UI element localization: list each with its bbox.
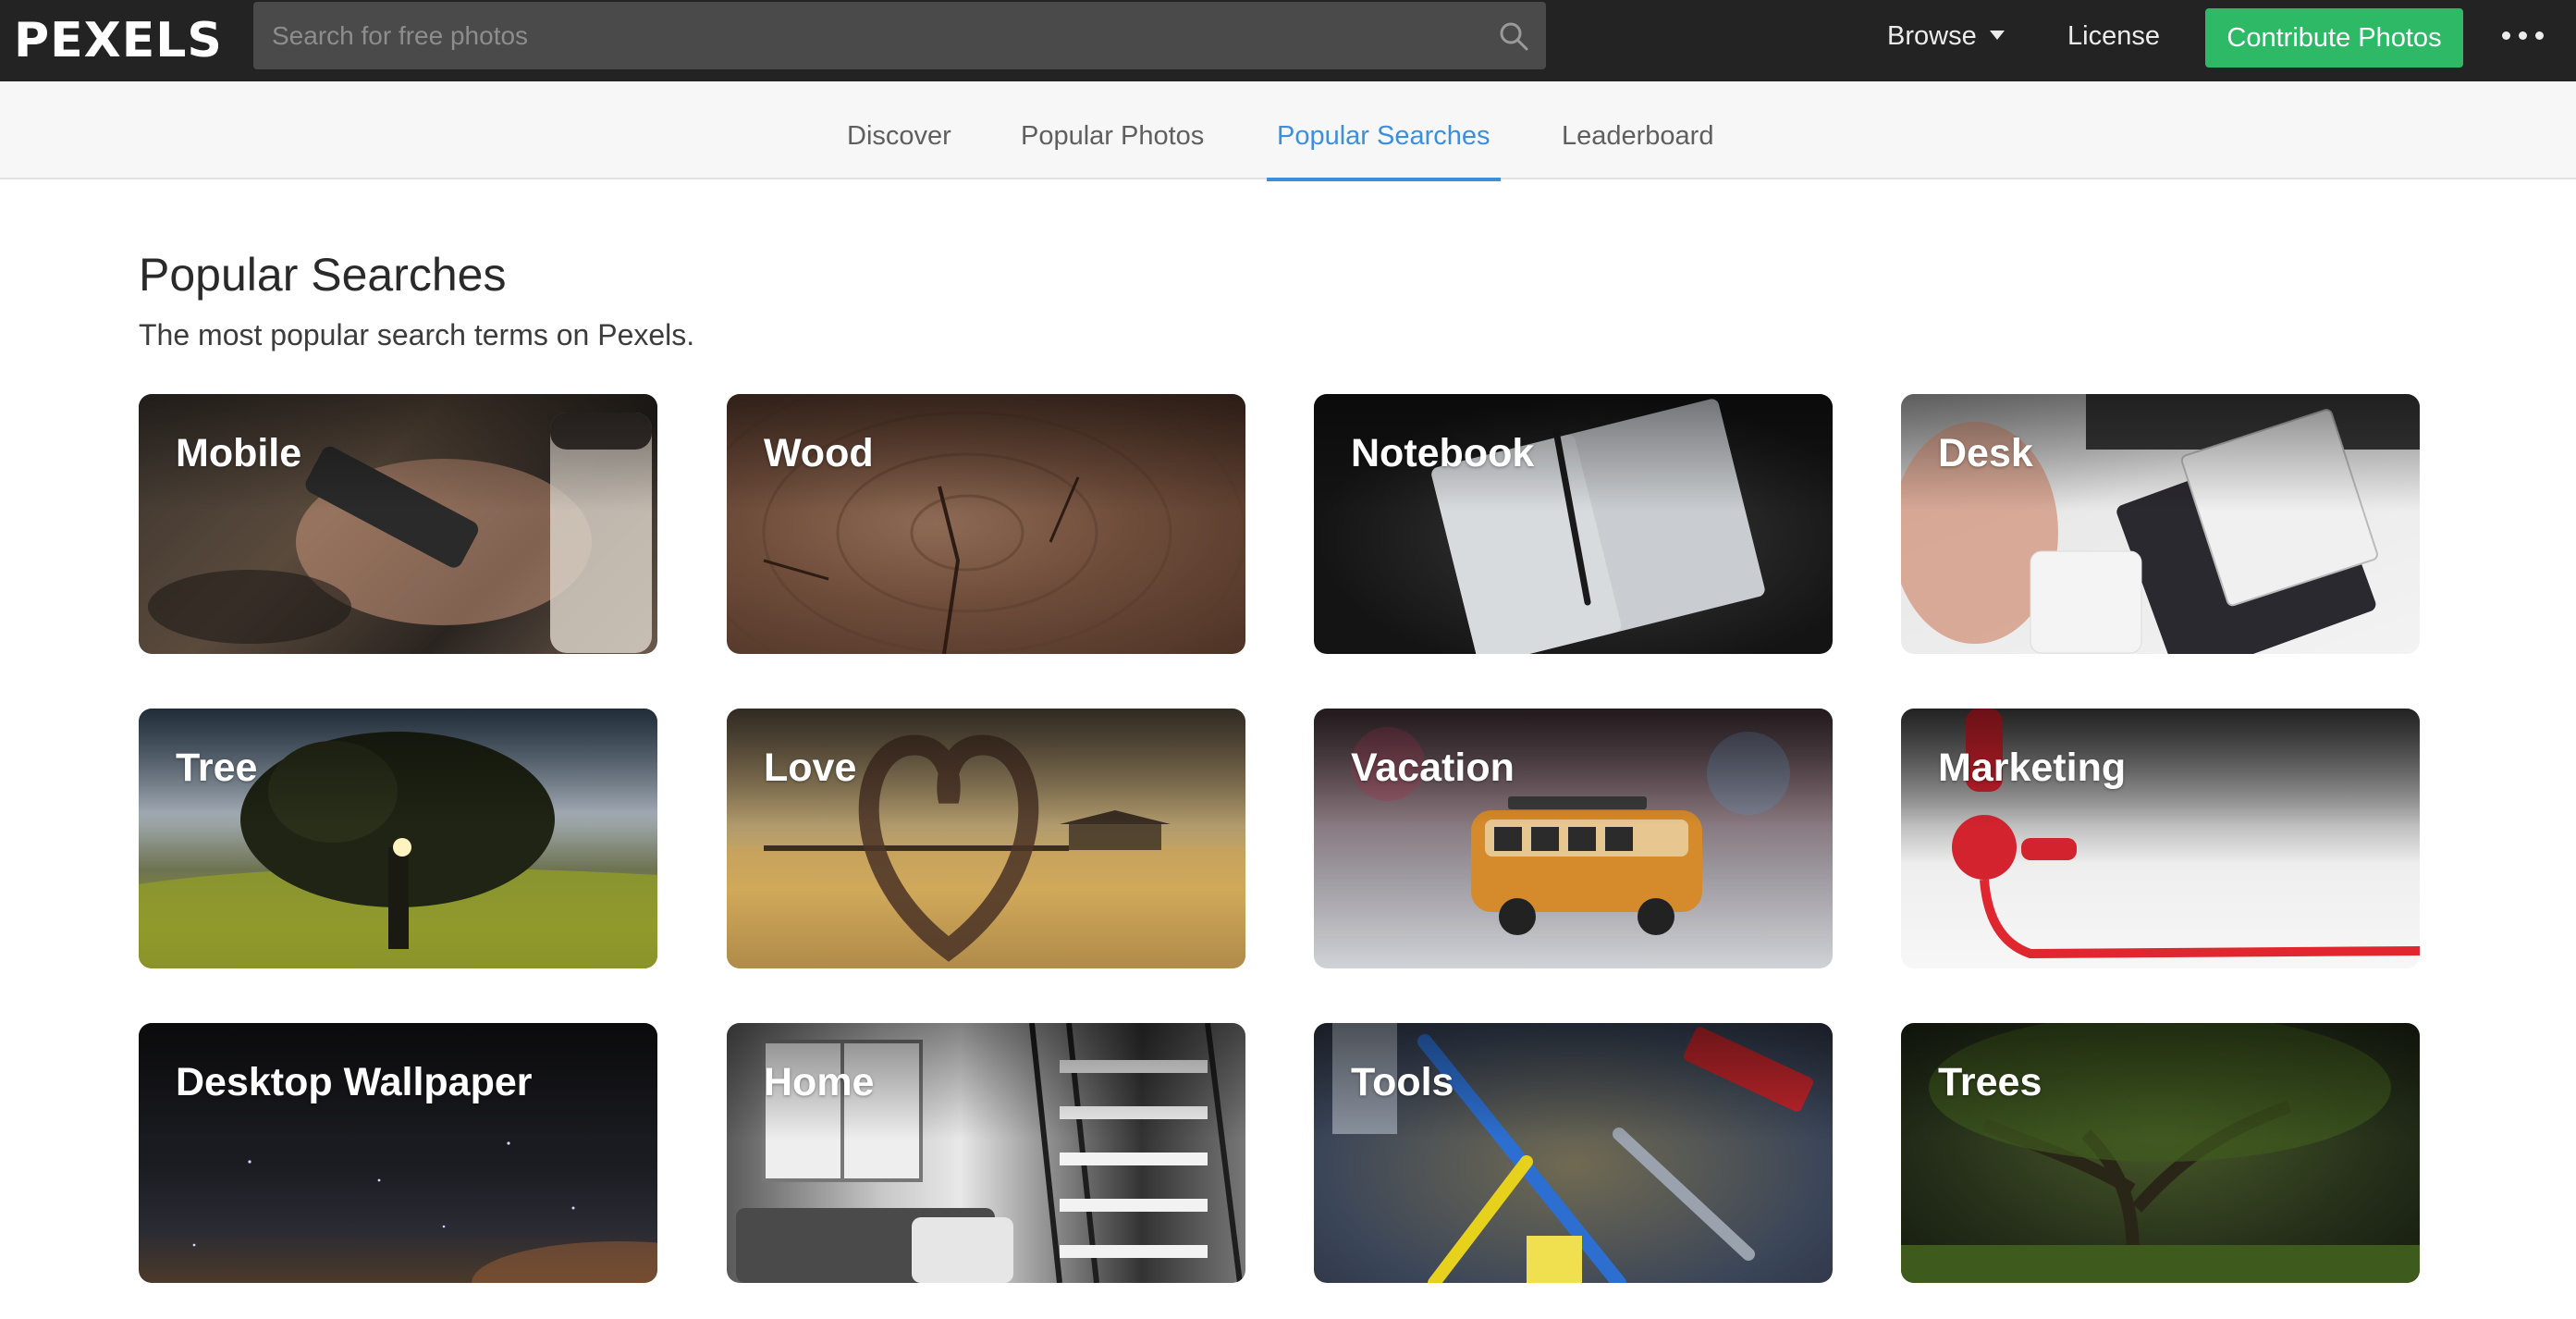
tile-label: Vacation xyxy=(1351,746,1515,790)
search-tile-love[interactable]: Love xyxy=(727,709,1245,968)
search-tile-desk[interactable]: Desk xyxy=(1901,394,2420,654)
tab-leaderboard[interactable]: Leaderboard xyxy=(1562,81,1713,179)
search-tile-tools[interactable]: Tools xyxy=(1314,1023,1833,1283)
tile-label: Desktop Wallpaper xyxy=(176,1060,533,1104)
tile-label: Tools xyxy=(1351,1060,1454,1104)
search-tile-vacation[interactable]: Vacation xyxy=(1314,709,1833,968)
page-title: Popular Searches xyxy=(139,249,507,301)
browse-menu[interactable]: Browse xyxy=(1887,0,2005,72)
contribute-photos-button[interactable]: Contribute Photos xyxy=(2205,8,2463,68)
tile-label: Trees xyxy=(1938,1060,2042,1104)
tile-label: Notebook xyxy=(1351,431,1535,475)
top-navbar: PEXELS Browse License Contribute Photos xyxy=(0,0,2576,81)
tile-label: Desk xyxy=(1938,431,2033,475)
search-tile-desktop-wallpaper[interactable]: Desktop Wallpaper xyxy=(139,1023,657,1283)
search-tile-wood[interactable]: Wood xyxy=(727,394,1245,654)
search-tile-trees[interactable]: Trees xyxy=(1901,1023,2420,1283)
license-link[interactable]: License xyxy=(2067,0,2160,72)
pexels-logo[interactable]: PEXELS xyxy=(14,7,223,74)
more-options-icon[interactable] xyxy=(2502,28,2545,44)
page-subtitle: The most popular search terms on Pexels. xyxy=(139,318,695,351)
search-input[interactable] xyxy=(253,2,1546,69)
tab-popular-searches[interactable]: Popular Searches xyxy=(1267,81,1501,181)
chevron-down-icon xyxy=(1989,31,2005,41)
search-icon[interactable] xyxy=(1498,20,1529,52)
search-bar xyxy=(253,2,1546,69)
browse-label: Browse xyxy=(1887,21,1977,51)
tile-label: Tree xyxy=(176,746,258,790)
search-tile-notebook[interactable]: Notebook xyxy=(1314,394,1833,654)
tile-label: Love xyxy=(764,746,857,790)
sub-navigation: Discover Popular Photos Popular Searches… xyxy=(0,81,2576,181)
tile-label: Mobile xyxy=(176,431,302,475)
tile-label: Marketing xyxy=(1938,746,2127,790)
tile-label: Wood xyxy=(764,431,874,475)
tile-label: Home xyxy=(764,1060,875,1104)
tab-popular-photos[interactable]: Popular Photos xyxy=(1021,81,1204,179)
search-tile-mobile[interactable]: Mobile xyxy=(139,394,657,654)
search-tile-marketing[interactable]: Marketing xyxy=(1901,709,2420,968)
search-tile-tree[interactable]: Tree xyxy=(139,709,657,968)
tab-discover[interactable]: Discover xyxy=(847,81,951,179)
search-tile-home[interactable]: Home xyxy=(727,1023,1245,1283)
